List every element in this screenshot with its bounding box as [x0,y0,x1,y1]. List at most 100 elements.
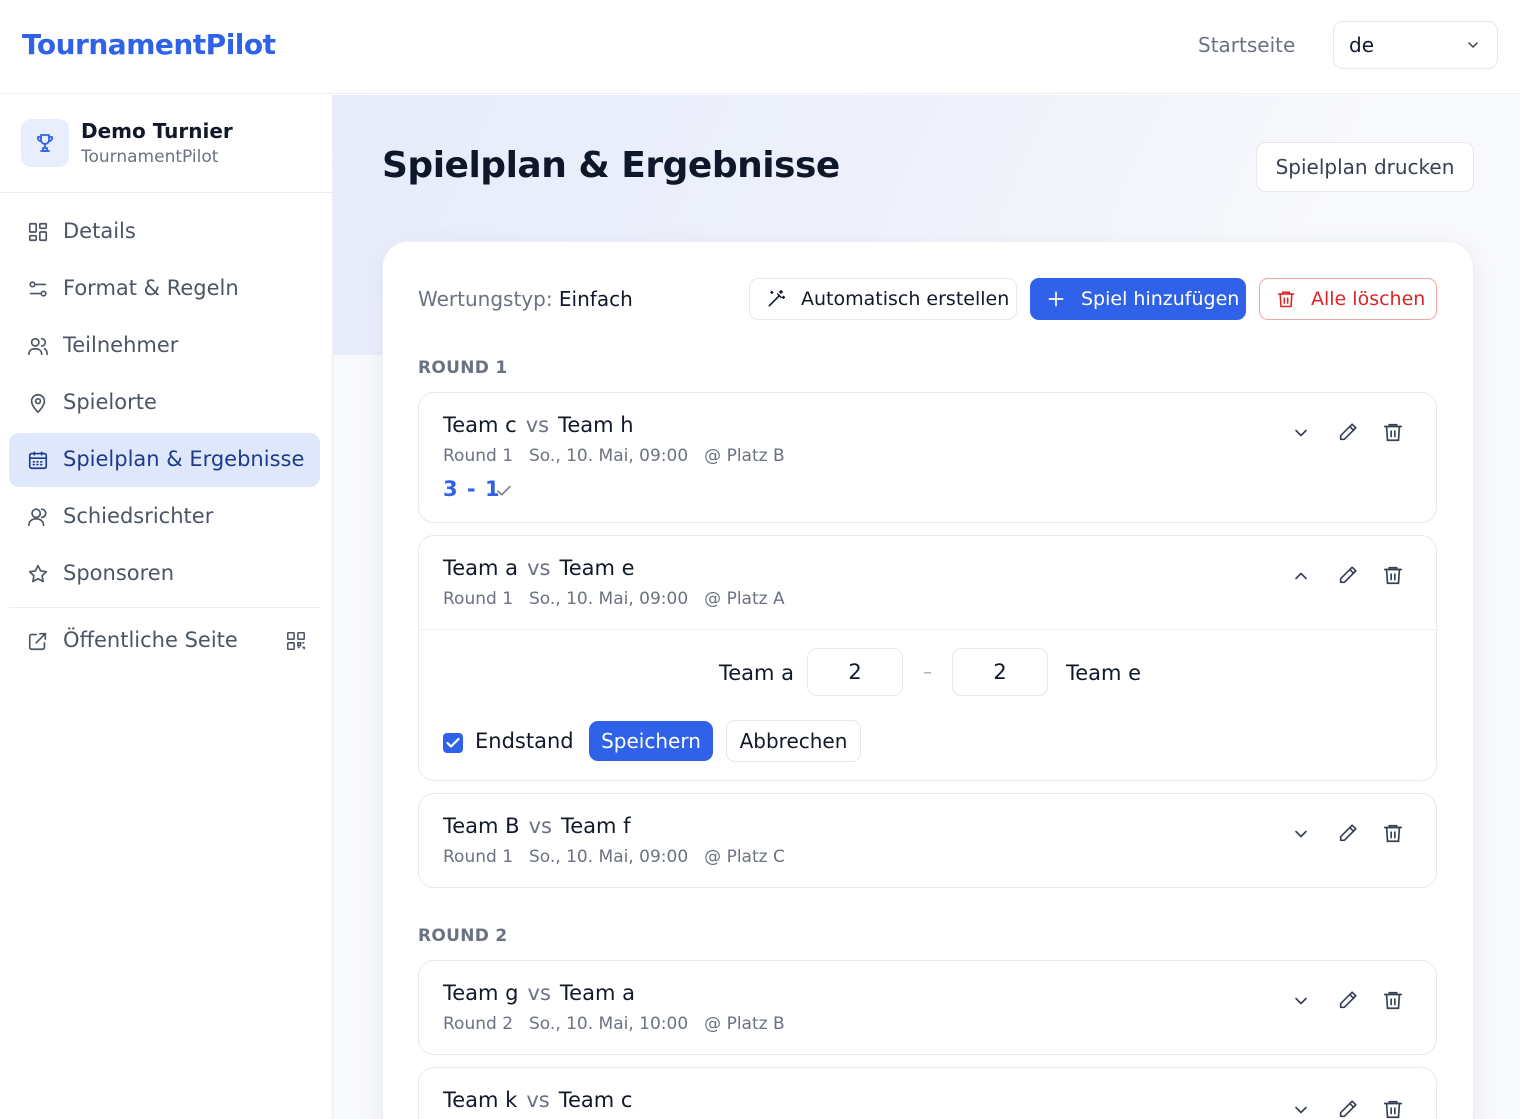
chevron-up-icon[interactable] [1291,566,1311,586]
delete-all-button[interactable]: Alle löschen [1259,278,1437,320]
final-score-label[interactable]: Endstand [475,729,574,753]
sidebar-item-label: Spielplan & Ergebnisse [63,447,305,471]
editor-home-team: Team a [719,661,795,685]
plus-icon [1046,289,1066,309]
cancel-button[interactable]: Abbrechen [726,720,861,762]
match-date: So., 10. Mai, 10:00 [529,1014,689,1034]
top-bar: TournamentPilot Startseite de [0,0,1520,94]
match-teams: Team c vs Team h [443,413,634,437]
vs-label: vs [525,413,550,437]
save-button[interactable]: Speichern [589,721,713,761]
match-meta: Round 2 So., 10. Mai, 10:00 @ Platz B [443,1014,801,1034]
match-venue: @ Platz B [704,1014,785,1034]
away-team: Team a [559,981,635,1005]
sliders-icon [27,278,49,300]
tournament-header: Demo Turnier TournamentPilot [0,95,332,193]
score-editor: Team a – Team e Endstand Speichern Abbre… [419,629,1436,780]
sidebar-item-public-page[interactable]: Öffentliche Seite [9,614,320,668]
vs-label: vs [526,1088,550,1112]
sidebar-item-label: Schiedsrichter [63,504,214,528]
home-team: Team g [443,981,519,1005]
home-team: Team k [443,1088,518,1112]
sidebar-item-participants[interactable]: Teilnehmer [9,319,320,373]
match-card-expanded[interactable]: Team a vs Team e Round 1 So., 10. Mai, 09:0… [418,535,1437,781]
sidebar-divider [9,607,320,608]
sidebar-item-label: Öffentliche Seite [63,628,238,652]
away-team: Team f [560,814,631,838]
chevron-down-icon [1465,37,1481,53]
calendar-icon [27,449,49,471]
match-round: Round 1 [443,847,514,867]
sidebar-item-venues[interactable]: Spielorte [9,376,320,430]
trash-icon[interactable] [1382,421,1404,443]
nav-home-link[interactable]: Startseite [1198,33,1295,57]
match-card[interactable]: Team B vs Team f Round 1 So., 10. Mai, 09:0… [418,793,1437,888]
match-date: So., 10. Mai, 09:00 [529,589,689,609]
auto-create-label: Automatisch erstellen [801,288,1010,310]
match-meta: Round 1 So., 10. Mai, 09:00 @ Platz C [443,847,801,867]
match-round: Round 2 [443,1014,514,1034]
add-match-button[interactable]: Spiel hinzufügen [1030,278,1246,320]
auto-create-button[interactable]: Automatisch erstellen [749,278,1017,320]
chevron-down-icon[interactable] [1291,1100,1311,1119]
sidebar-item-label: Spielorte [63,390,157,414]
home-score-input[interactable] [807,648,903,696]
brand-logo[interactable]: TournamentPilot [22,28,276,61]
round-label: ROUND 2 [418,926,508,946]
final-score-checkbox[interactable] [443,733,463,753]
pencil-icon[interactable] [1337,1098,1359,1119]
away-score-input[interactable] [952,648,1048,696]
check-icon [495,482,513,500]
trash-icon[interactable] [1382,1098,1404,1119]
trash-icon [1276,289,1296,309]
pencil-icon[interactable] [1337,822,1359,844]
language-value: de [1349,33,1374,57]
scoring-type-label: Wertungstyp: [418,287,553,311]
user-icon [27,506,49,528]
print-schedule-button[interactable]: Spielplan drucken [1256,142,1474,192]
trophy-icon [21,119,69,167]
match-score: 3 - 1 [443,477,501,501]
page-title: Spielplan & Ergebnisse [382,145,840,186]
match-venue: @ Platz B [704,446,785,466]
vs-label: vs [528,814,552,838]
match-teams: Team B vs Team f [443,814,631,838]
vs-label: vs [527,981,551,1005]
map-pin-icon [27,392,49,414]
trash-icon[interactable] [1382,989,1404,1011]
pencil-icon[interactable] [1337,564,1359,586]
trash-icon[interactable] [1382,564,1404,586]
sidebar-item-details[interactable]: Details [9,205,320,259]
sidebar-item-schedule[interactable]: Spielplan & Ergebnisse [9,433,320,487]
away-team: Team e [559,556,635,580]
main-content: Spielplan & Ergebnisse Spielplan drucken… [333,95,1520,1119]
away-team: Team c [558,1088,633,1112]
qr-code-icon[interactable] [285,630,307,652]
home-team: Team a [443,556,519,580]
sidebar-item-referees[interactable]: Schiedsrichter [9,490,320,544]
chevron-down-icon[interactable] [1291,991,1311,1011]
sidebar-item-label: Format & Regeln [63,276,239,300]
chevron-down-icon[interactable] [1291,824,1311,844]
match-meta: Round 1 So., 10. Mai, 09:00 @ Platz A [443,589,801,609]
pencil-icon[interactable] [1337,421,1359,443]
match-meta: Round 1 So., 10. Mai, 09:00 @ Platz B [443,446,801,466]
match-teams: Team k vs Team c [443,1088,632,1112]
language-select[interactable]: de [1333,21,1498,69]
match-date: So., 10. Mai, 09:00 [529,847,689,867]
sidebar-item-label: Sponsoren [63,561,175,585]
chevron-down-icon[interactable] [1291,423,1311,443]
pencil-icon[interactable] [1337,989,1359,1011]
sidebar-item-format[interactable]: Format & Regeln [9,262,320,316]
star-icon [27,563,49,585]
sidebar-item-sponsors[interactable]: Sponsoren [9,547,320,601]
match-card[interactable]: Team c vs Team h Round 1 So., 10. Mai, 09:0… [418,392,1437,523]
trash-icon[interactable] [1382,822,1404,844]
round-label: ROUND 1 [418,358,508,378]
sidebar-item-label: Teilnehmer [63,333,179,357]
match-card[interactable]: Team k vs Team c [418,1067,1437,1119]
sidebar: Demo Turnier TournamentPilot Details For… [0,95,333,1119]
match-card[interactable]: Team g vs Team a Round 2 So., 10. Mai, 10:0… [418,960,1437,1055]
add-match-label: Spiel hinzufügen [1081,288,1240,310]
away-team: Team h [558,413,634,437]
